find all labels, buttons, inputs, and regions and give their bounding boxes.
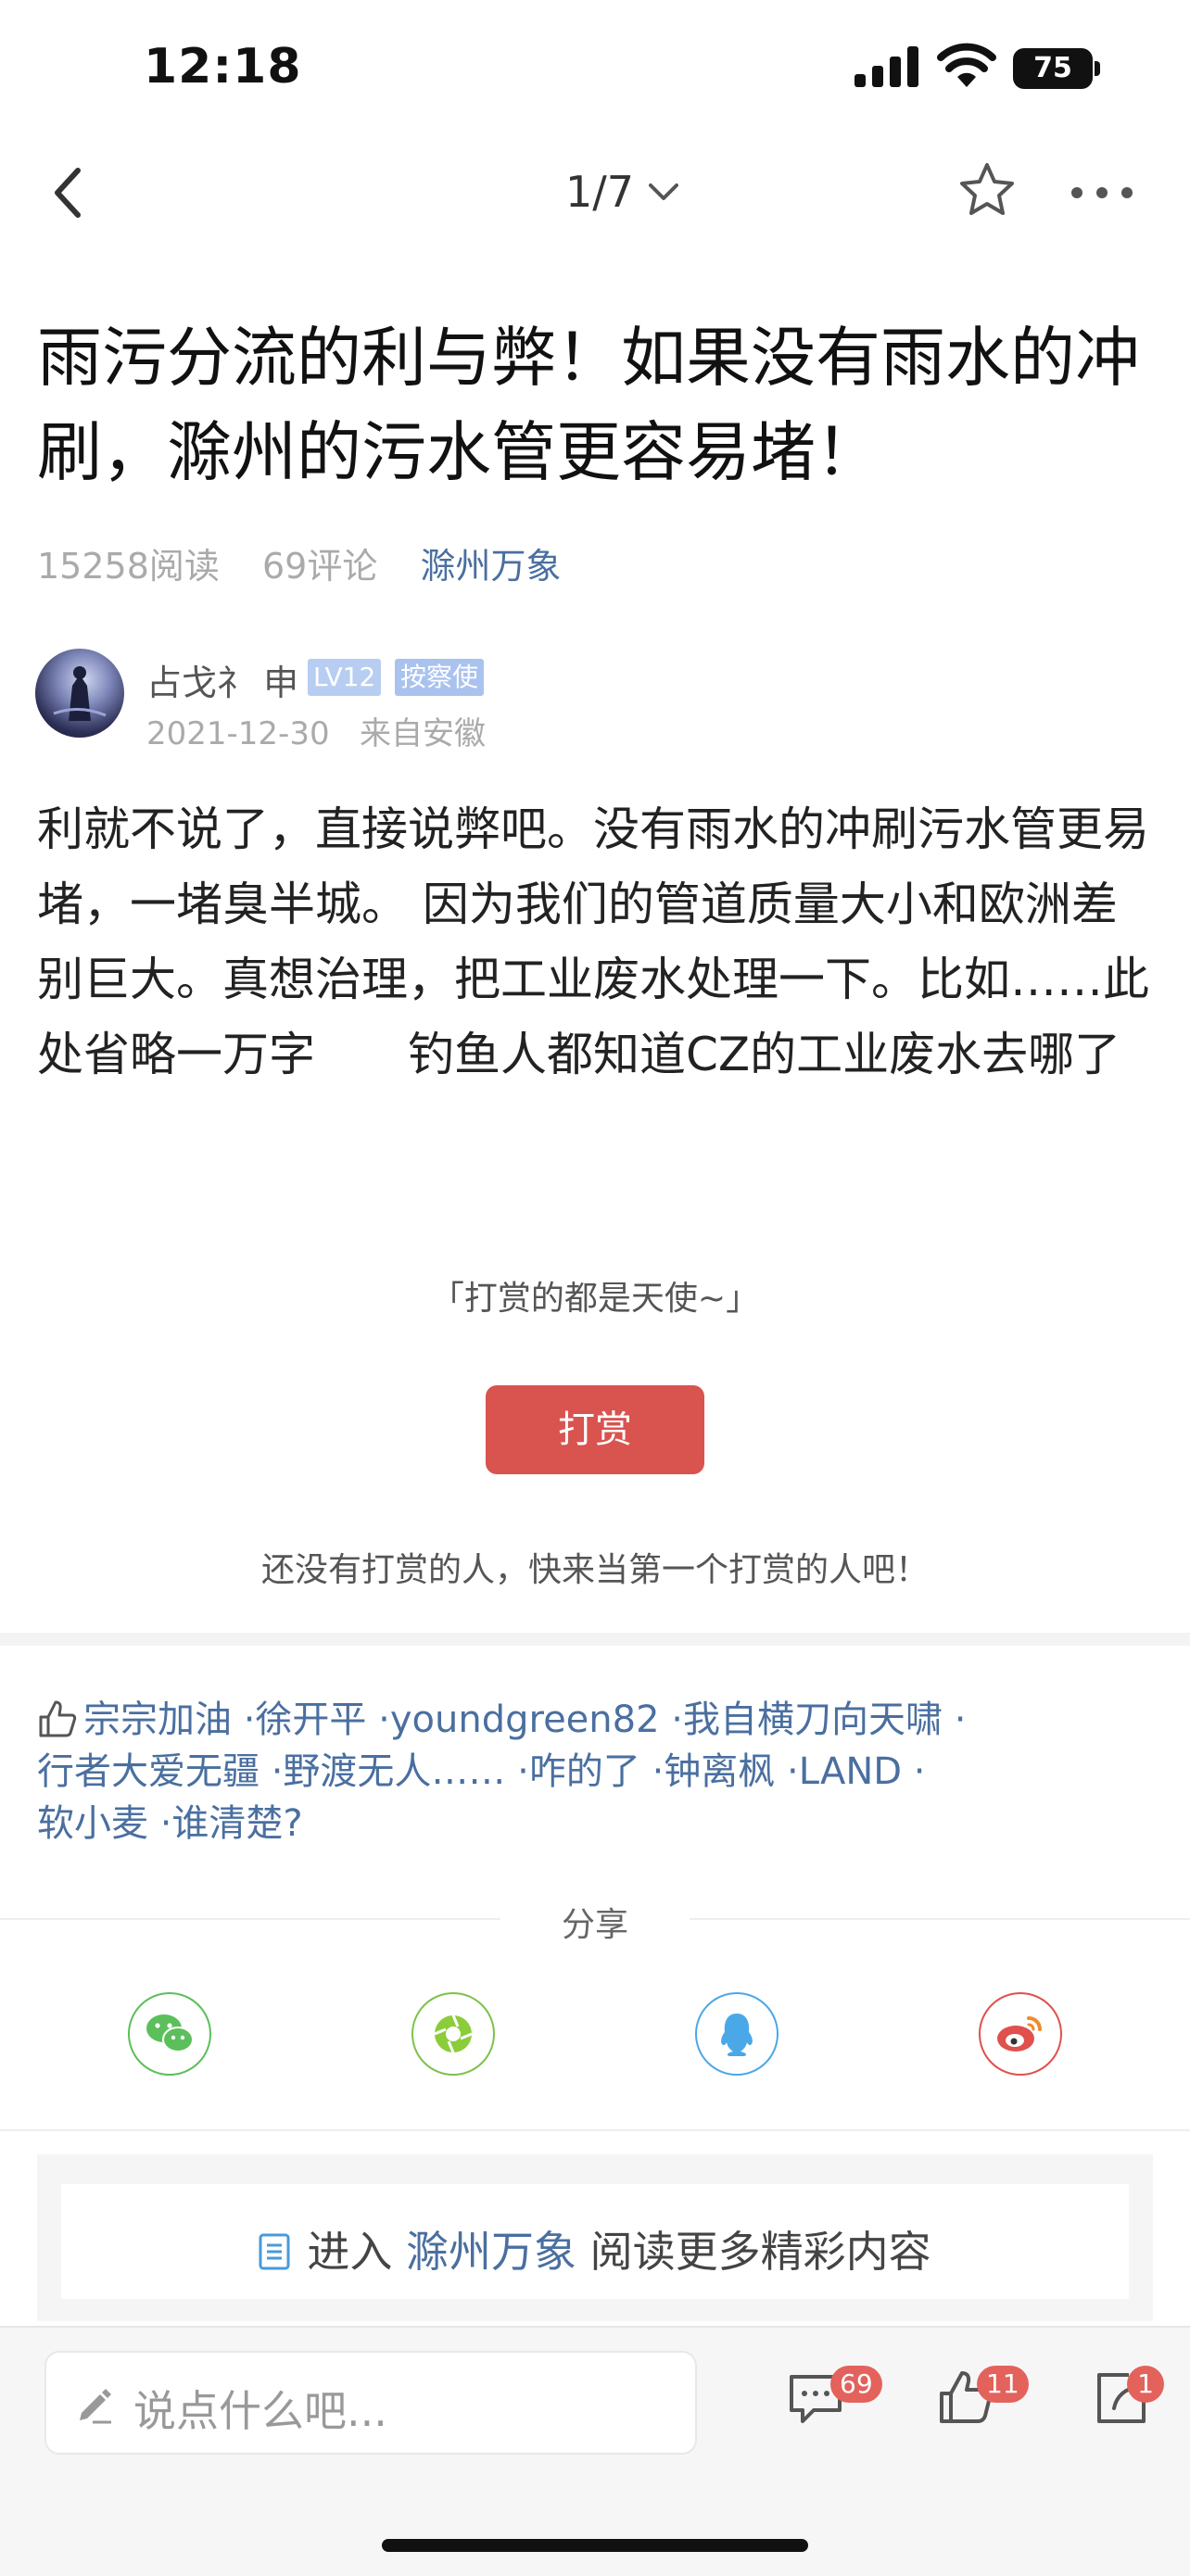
- comment-count-badge: 69: [830, 2366, 882, 2403]
- home-indicator[interactable]: [382, 2539, 808, 2552]
- avatar[interactable]: [35, 649, 124, 738]
- likers-list: 宗宗加油 ·徐开平 ·youndgreen82 ·我自横刀向天啸 · 行者大爱无…: [37, 1694, 1168, 1850]
- reward-empty-text: 还没有打赏的人，快来当第一个打赏的人吧！: [260, 1551, 929, 1589]
- battery-level: 75: [1013, 48, 1093, 89]
- moments-share-button[interactable]: [411, 1992, 495, 2076]
- weibo-icon: [997, 2016, 1042, 2052]
- divider: [0, 2129, 1190, 2131]
- level-badge: LV12: [308, 659, 382, 696]
- qq-share-button[interactable]: [695, 1992, 779, 2076]
- divider: [0, 1633, 1190, 1646]
- liker-item[interactable]: ·谁清楚?: [160, 1802, 303, 1845]
- liker-item[interactable]: ·野渡无人……: [272, 1750, 506, 1793]
- enter-circle-link[interactable]: 进入 滁州万象 阅读更多精彩内容: [0, 2218, 1190, 2279]
- qq-icon: [721, 2014, 753, 2056]
- thumb-up-icon: [39, 1700, 77, 1737]
- moments-icon: [434, 2014, 473, 2053]
- role-badge: 按察使: [395, 659, 485, 696]
- wifi-icon: [937, 43, 996, 87]
- post-title: 雨污分流的利与弊！如果没有雨水的冲刷，滁州的污水管更容易堵！: [37, 320, 1140, 490]
- enter-suffix: 阅读更多精彩内容: [589, 2227, 931, 2277]
- battery-icon: 75: [1013, 48, 1102, 89]
- star-icon[interactable]: [956, 159, 1018, 221]
- share-count-badge: 1: [1127, 2366, 1164, 2403]
- location-text: 来自安徽: [360, 715, 487, 752]
- liker-item[interactable]: 宗宗加油: [83, 1698, 232, 1741]
- liker-item[interactable]: ·LAND: [787, 1750, 902, 1793]
- liker-item[interactable]: ·youndgreen82: [378, 1698, 659, 1741]
- liker-item[interactable]: ·咋的了: [517, 1750, 640, 1793]
- comment-count: 69评论: [261, 546, 378, 587]
- liker-separator: ·: [913, 1750, 926, 1793]
- liker-item[interactable]: ·我自横刀向天啸: [671, 1698, 943, 1741]
- post-meta: 15258阅读 69评论 滁州万象: [37, 537, 592, 588]
- enter-category[interactable]: 滁州万象: [406, 2227, 576, 2277]
- wechat-icon: [146, 2014, 194, 2052]
- pencil-icon: [80, 2389, 111, 2424]
- post-body: 利就不说了，直接说弊吧。没有雨水的冲刷污水管更易堵，一堵臭半城。 因为我们的管道…: [37, 802, 1149, 1081]
- like-count-badge: 11: [977, 2366, 1029, 2403]
- weibo-share-button[interactable]: [979, 1992, 1062, 2076]
- share-label: 分享: [561, 1906, 628, 1944]
- liker-item[interactable]: 软小麦: [37, 1802, 148, 1845]
- back-icon[interactable]: [46, 165, 93, 221]
- category-link[interactable]: 滁州万象: [420, 546, 561, 587]
- post-date: 2021-12-30 来自安徽: [146, 708, 486, 753]
- chevron-down-icon[interactable]: [645, 178, 682, 206]
- reward-slogan: 「打赏的都是天使~」: [430, 1280, 760, 1318]
- wechat-share-button[interactable]: [128, 1992, 211, 2076]
- document-icon: [259, 2233, 290, 2270]
- reward-button[interactable]: 打赏: [486, 1385, 704, 1474]
- enter-prefix: 进入: [307, 2227, 393, 2277]
- author-name[interactable]: 占戈礻 申: [146, 654, 298, 705]
- liker-item[interactable]: 行者大爱无疆: [37, 1750, 260, 1793]
- liker-item[interactable]: ·徐开平: [244, 1698, 367, 1741]
- liker-separator: ·: [954, 1698, 967, 1741]
- status-time: 12:18: [144, 39, 302, 95]
- liker-item[interactable]: ·钟离枫: [652, 1750, 776, 1793]
- comment-placeholder: 说点什么吧...: [133, 2386, 387, 2436]
- page-indicator[interactable]: 1/7: [565, 167, 634, 217]
- date-text: 2021-12-30: [146, 715, 330, 752]
- more-icon[interactable]: [1070, 182, 1134, 204]
- read-count: 15258阅读: [37, 546, 220, 587]
- signal-icon: [855, 46, 918, 87]
